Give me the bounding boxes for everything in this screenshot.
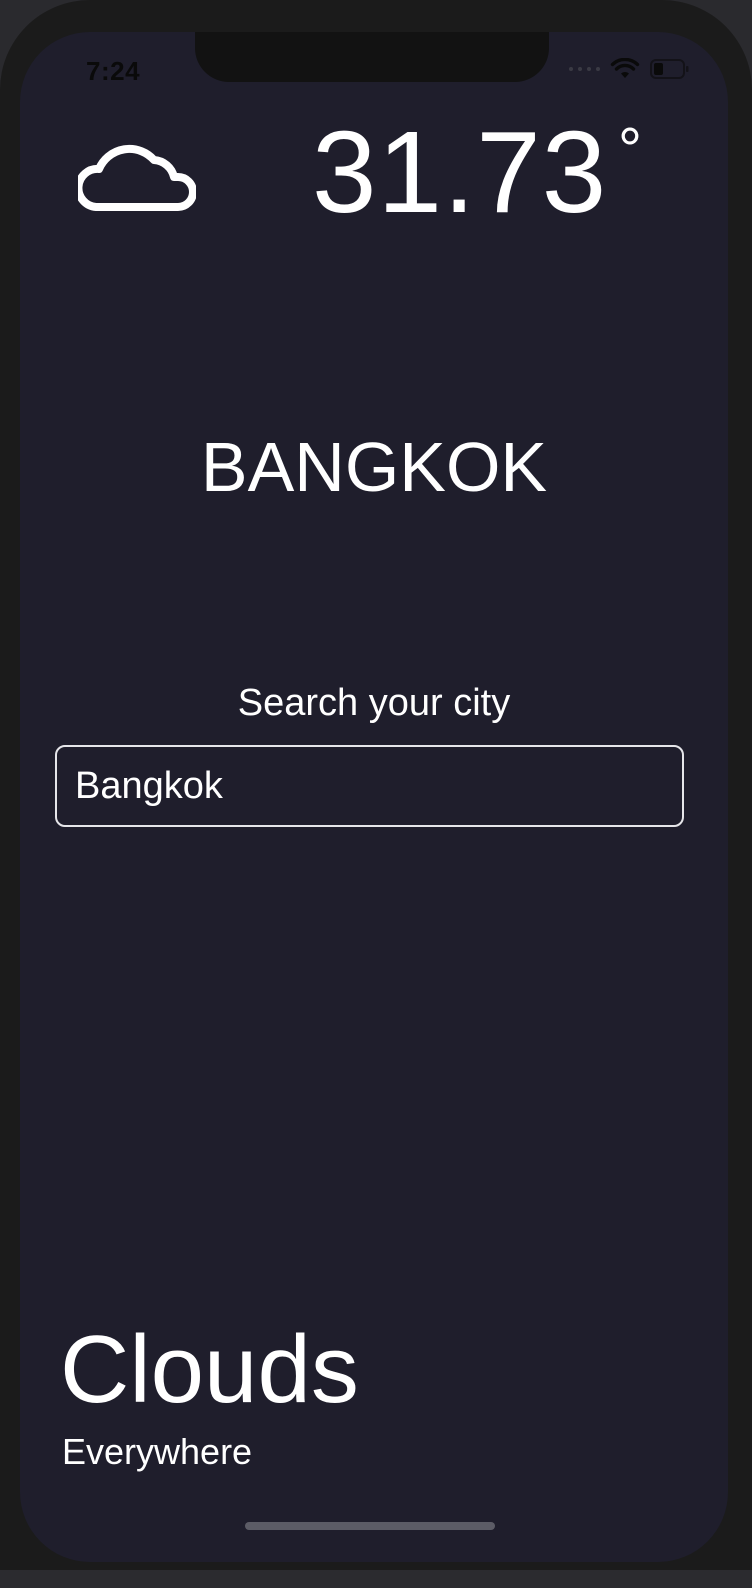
- search-label: Search your city: [237, 682, 511, 724]
- app-screen: 7:24 31.73 ° BANGKOK Search your city Cl…: [20, 32, 728, 1562]
- wifi-icon: [610, 58, 640, 78]
- temperature-value: 31.73: [312, 107, 608, 237]
- cloud-icon: [78, 144, 196, 211]
- weather-description: Everywhere: [62, 1431, 253, 1472]
- weather-condition: Clouds: [60, 1316, 359, 1423]
- device-notch: [195, 32, 549, 82]
- city-name: BANGKOK: [200, 428, 548, 506]
- status-icons: [569, 58, 690, 80]
- status-time: 7:24: [86, 56, 141, 86]
- cellular-dots-icon: [569, 67, 600, 71]
- degree-symbol: °: [618, 116, 642, 183]
- battery-icon: [650, 59, 689, 79]
- city-search-input[interactable]: [55, 745, 684, 827]
- device-bottom-edge: [0, 1570, 752, 1588]
- home-indicator[interactable]: [245, 1522, 495, 1530]
